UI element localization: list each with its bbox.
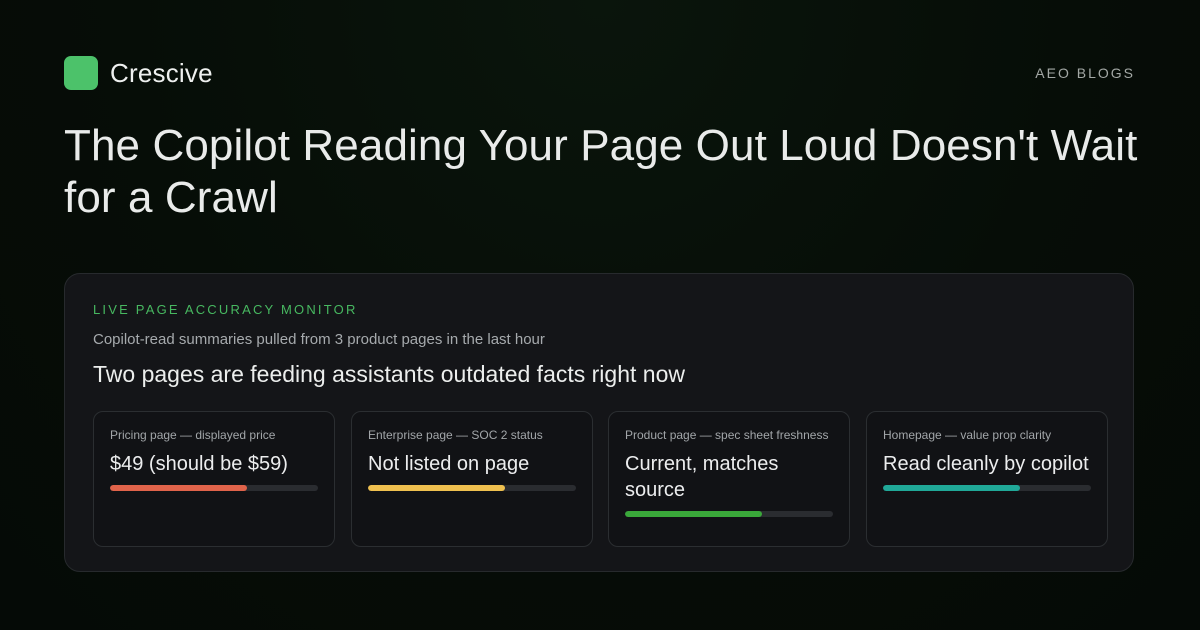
monitor-title: Two pages are feeding assistants outdate… [93, 361, 685, 387]
page-title: The Copilot Reading Your Page Out Loud D… [64, 121, 1138, 222]
metric-label: Homepage — value prop clarity [883, 428, 1052, 442]
metric-card-product: Product page — spec sheet freshness Curr… [608, 411, 850, 547]
brand-name: Crescive [110, 58, 213, 88]
metric-card-homepage: Homepage — value prop clarity Read clean… [866, 411, 1108, 547]
metric-label: Enterprise page — SOC 2 status [368, 428, 543, 442]
metric-label: Product page — spec sheet freshness [625, 428, 829, 442]
metric-progress-track [883, 485, 1091, 491]
metric-progress-fill [368, 485, 506, 491]
accuracy-monitor-card: LIVE PAGE ACCURACY MONITOR Copilot-read … [64, 273, 1134, 572]
metric-progress-fill [110, 485, 248, 491]
metric-progress-track [368, 485, 576, 491]
metric-progress-fill [625, 511, 763, 517]
metric-value: Read cleanly by copilot [883, 453, 1089, 475]
metric-progress-fill [883, 485, 1021, 491]
monitor-subtitle: Copilot-read summaries pulled from 3 pro… [93, 331, 545, 348]
metric-value: Not listed on page [368, 453, 530, 475]
metric-value: Current, matches source [625, 453, 779, 501]
section-tag[interactable]: AEO BLOGS [1035, 65, 1135, 81]
metric-card-pricing: Pricing page — displayed price $49 (shou… [93, 411, 335, 547]
monitor-eyebrow: LIVE PAGE ACCURACY MONITOR [93, 302, 358, 317]
metric-progress-track [110, 485, 318, 491]
metric-label: Pricing page — displayed price [110, 428, 276, 442]
metric-value: $49 (should be $59) [110, 453, 288, 475]
brand-logo [64, 56, 98, 90]
metric-progress-track [625, 511, 833, 517]
metric-card-enterprise: Enterprise page — SOC 2 status Not liste… [351, 411, 593, 547]
